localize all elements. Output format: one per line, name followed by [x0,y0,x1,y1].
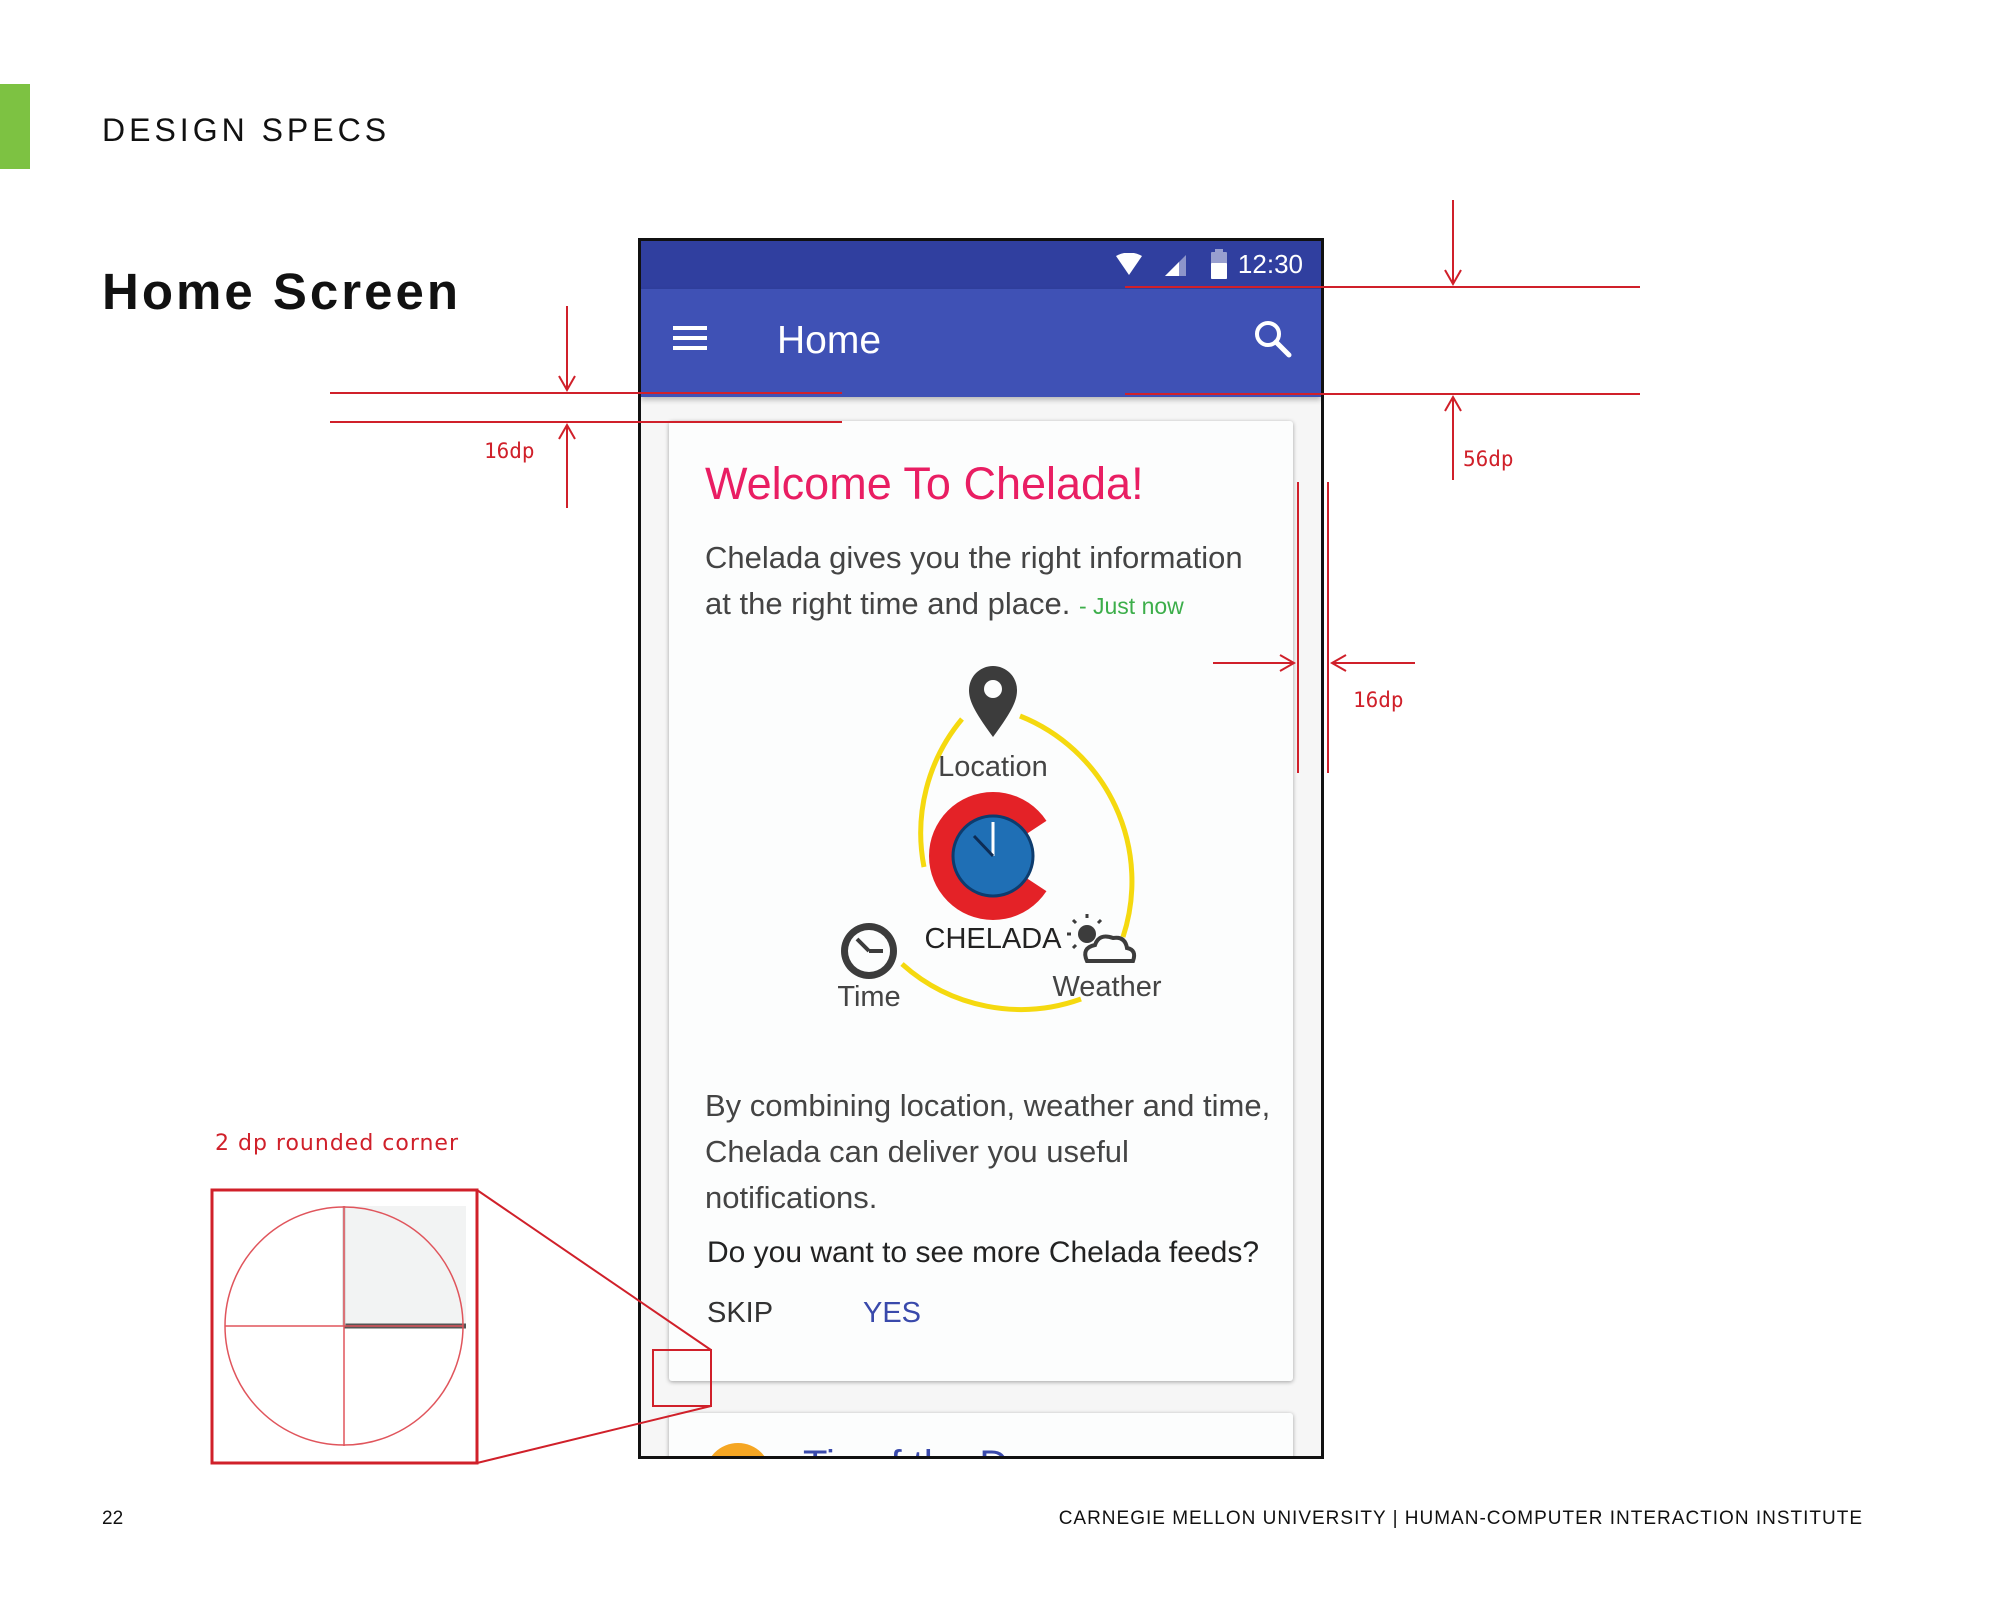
yes-button[interactable]: YES [863,1297,921,1330]
top-margin-label: 16dp [484,439,535,463]
card-description: By combining location, weather and time,… [705,1088,1271,1215]
chelada-diagram: Location CHELADA Time Weather [837,666,1162,1013]
app-bar: Home [641,289,1321,397]
app-bar-title: Home [777,319,882,362]
timestamp: - Just now [1078,593,1184,619]
page-number: 22 [102,1508,124,1529]
weather-icon [1067,914,1137,963]
status-bar: 12:30 [641,241,1321,289]
card-intro-text: Chelada gives you the right information … [705,535,1265,629]
search-icon[interactable] [1251,317,1295,361]
time-label: Time [837,981,900,1013]
rounded-corner-zoom [224,1206,466,1446]
phone-mockup: 12:30 Home Welcome To Chelada! Chelada g… [638,238,1324,1459]
signal-icon [1165,255,1186,276]
logo-text: CHELADA [925,923,1063,955]
weather-label: Weather [1052,971,1161,1003]
clock-icon [841,923,897,979]
accent-bar [0,84,30,169]
skip-button[interactable]: SKIP [707,1297,773,1330]
battery-icon [1211,249,1227,279]
card-question: Do you want to see more Chelada feeds? [707,1236,1259,1269]
tip-card-title: Tip of the Day [803,1443,1051,1456]
section-label: DESIGN SPECS [102,112,391,148]
welcome-card: Welcome To Chelada! Chelada gives you th… [669,421,1293,1381]
menu-icon[interactable] [671,319,711,359]
right-margin-label: 16dp [1353,688,1404,712]
rounded-corner-label: 2 dp rounded corner [215,1131,460,1156]
tip-card-avatar [705,1443,771,1456]
status-time: 12:30 [1237,249,1303,279]
page-title: Home Screen [102,263,461,320]
footer-text: CARNEGIE MELLON UNIVERSITY | HUMAN-COMPU… [1058,1508,1863,1529]
tip-card: Tip of the Day [669,1413,1293,1456]
card-title: Welcome To Chelada! [705,458,1144,509]
chelada-logo [929,792,1069,920]
wifi-icon [1116,253,1142,275]
location-label: Location [938,751,1048,783]
app-bar-height-label: 56dp [1463,447,1514,471]
location-pin-icon [969,666,1017,737]
